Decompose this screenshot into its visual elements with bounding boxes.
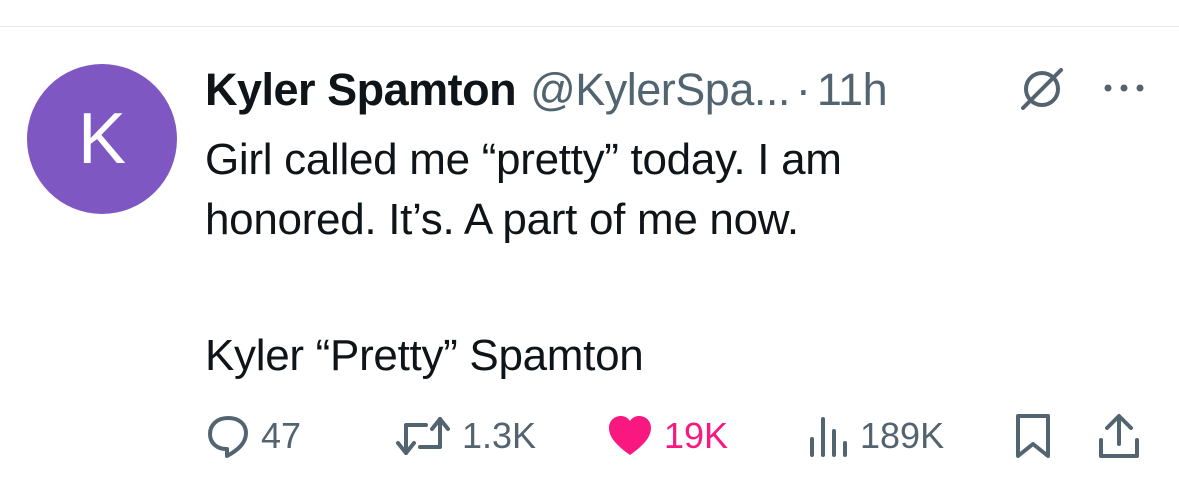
bookmark-button[interactable] <box>1012 408 1054 464</box>
header-separator: · <box>795 64 811 115</box>
post-timestamp[interactable]: 11h <box>817 64 888 116</box>
share-icon <box>1099 414 1139 458</box>
avatar[interactable]: K <box>27 64 177 214</box>
bookmark-icon <box>1016 414 1050 458</box>
reply-count: 47 <box>261 415 302 456</box>
repost-count: 1.3K <box>462 415 537 456</box>
like-button[interactable]: 19K <box>606 408 728 464</box>
author-handle[interactable]: @KylerSpa... <box>530 64 790 116</box>
repost-button[interactable]: 1.3K <box>394 408 536 464</box>
author-name[interactable]: Kyler Spamton <box>205 64 517 116</box>
views-icon <box>810 417 847 457</box>
like-count: 19K <box>664 415 729 456</box>
post-signature: Kyler “Pretty” Spamton <box>205 331 644 380</box>
post-text: Girl called me “pretty” today. I am hono… <box>205 135 842 244</box>
views-button[interactable]: 189K <box>806 408 944 464</box>
heart-icon <box>609 416 651 455</box>
post[interactable]: K Kyler Spamton @KylerSpa... · 11h Girl … <box>0 0 1179 479</box>
reply-icon <box>208 416 248 458</box>
reply-button[interactable]: 47 <box>205 408 301 464</box>
post-actions: 47 1.3K 19K 189K <box>0 408 1179 464</box>
repost-icon <box>396 417 450 455</box>
more-icon[interactable] <box>1100 76 1148 100</box>
avatar-letter: K <box>77 99 127 179</box>
share-button[interactable] <box>1096 408 1142 464</box>
grok-icon[interactable] <box>1017 64 1067 114</box>
views-count: 189K <box>860 415 945 456</box>
post-header: Kyler Spamton @KylerSpa... · 11h <box>205 62 888 118</box>
